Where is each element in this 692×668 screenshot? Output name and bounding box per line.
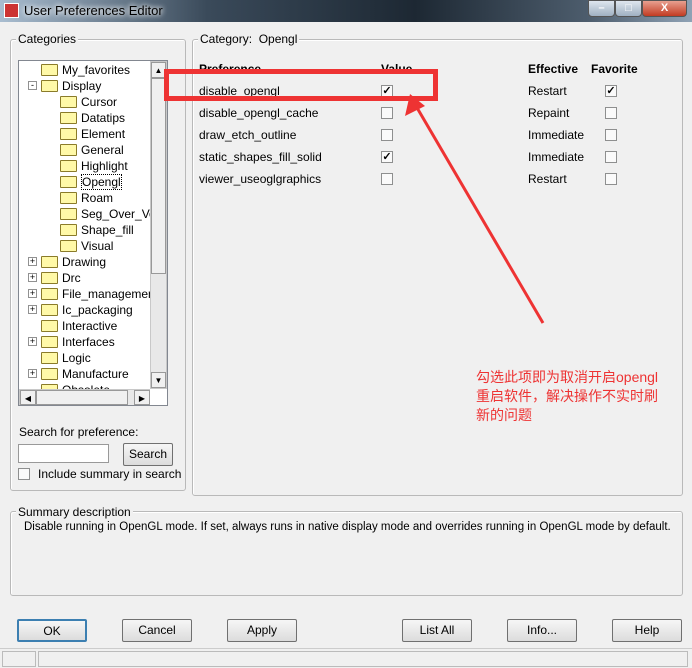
list-all-button[interactable]: List All [402, 619, 472, 642]
apply-button[interactable]: Apply [227, 619, 297, 642]
annotation-line: 新的问题 [476, 407, 532, 423]
ok-button[interactable]: OK [17, 619, 87, 642]
summary-text: Disable running in OpenGL mode. If set, … [24, 521, 671, 533]
info-button[interactable]: Info... [507, 619, 577, 642]
status-pane [2, 651, 36, 667]
arrow-head [405, 94, 425, 116]
annotation-line: 重启软件，解决操作不实时刷 [476, 388, 658, 404]
summary-label: Summary description [16, 505, 133, 519]
status-bar [0, 648, 692, 668]
status-pane [38, 651, 688, 667]
annotation-line: 勾选此项即为取消开启opengl [476, 369, 659, 385]
help-button[interactable]: Help [612, 619, 682, 642]
cancel-button[interactable]: Cancel [122, 619, 192, 642]
arrow-shaft [414, 105, 545, 324]
annotation-text: 勾选此项即为取消开启opengl 重启软件，解决操作不实时刷 新的问题 [476, 368, 658, 425]
